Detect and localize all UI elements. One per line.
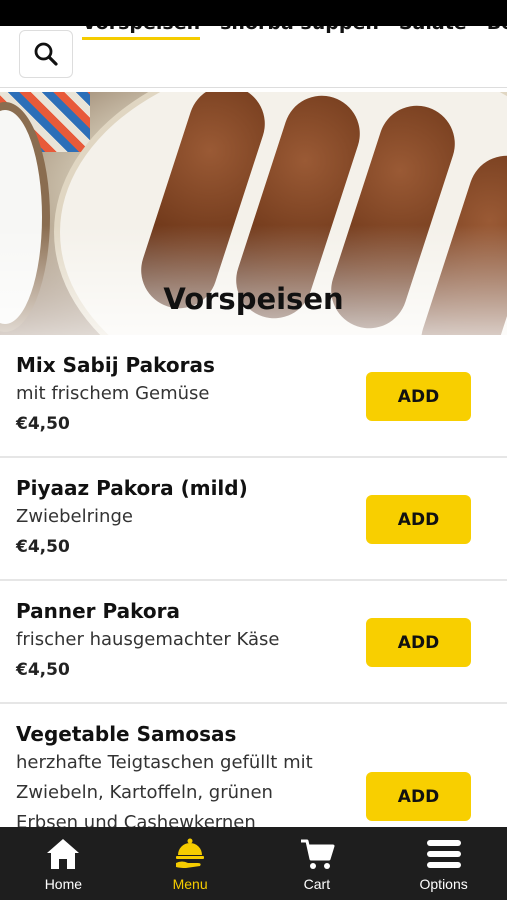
cart-icon xyxy=(297,836,337,872)
add-button[interactable]: ADD xyxy=(366,372,471,421)
menu-item: Vegetable Samosas herzhafte Teigtaschen … xyxy=(0,704,507,827)
item-description: herzhafte Teigtaschen gefüllt mit Zwiebe… xyxy=(16,752,313,827)
nav-options[interactable]: Options xyxy=(380,827,507,900)
menu-cloche-icon xyxy=(170,836,210,872)
tab-beilagen[interactable]: Beil xyxy=(487,26,507,40)
add-button[interactable]: ADD xyxy=(366,618,471,667)
nav-cart[interactable]: Cart xyxy=(254,827,381,900)
category-header: Vorspeisen shorba suppen Salate Beil xyxy=(0,26,507,88)
nav-label: Cart xyxy=(303,876,331,892)
item-name: Vegetable Samosas xyxy=(16,722,237,746)
nav-label: Home xyxy=(44,876,83,892)
menu-item: Piyaaz Pakora (mild) Zwiebelringe €4,50 … xyxy=(0,458,507,581)
category-hero-image: Vorspeisen xyxy=(0,92,507,335)
tab-shorba-suppen[interactable]: shorba suppen xyxy=(220,26,379,40)
tab-vorspeisen[interactable]: Vorspeisen xyxy=(82,26,201,40)
nav-label: Options xyxy=(419,876,468,892)
add-button[interactable]: ADD xyxy=(366,495,471,544)
nav-home[interactable]: Home xyxy=(0,827,127,900)
item-description: Zwiebelringe xyxy=(16,506,133,527)
search-button[interactable] xyxy=(19,30,73,78)
menu-item: Panner Pakora frischer hausgemachter Käs… xyxy=(0,581,507,704)
menu-list: Mix Sabij Pakoras mit frischem Gemüse €4… xyxy=(0,335,507,827)
bottom-navigation: Home Menu Cart Options xyxy=(0,827,507,900)
item-description: frischer hausgemachter Käse xyxy=(16,629,280,650)
category-tabs: Vorspeisen shorba suppen Salate Beil xyxy=(82,26,507,40)
hamburger-icon xyxy=(424,836,464,872)
menu-item: Mix Sabij Pakoras mit frischem Gemüse €4… xyxy=(0,335,507,458)
search-icon xyxy=(34,42,58,66)
nav-menu[interactable]: Menu xyxy=(127,827,254,900)
nav-label: Menu xyxy=(172,876,208,892)
home-icon xyxy=(43,836,83,872)
item-description: mit frischem Gemüse xyxy=(16,383,210,404)
hero-fade xyxy=(0,225,507,335)
status-bar xyxy=(0,0,507,26)
add-button[interactable]: ADD xyxy=(366,772,471,821)
tab-salate[interactable]: Salate xyxy=(399,26,467,40)
category-title: Vorspeisen xyxy=(163,282,344,316)
